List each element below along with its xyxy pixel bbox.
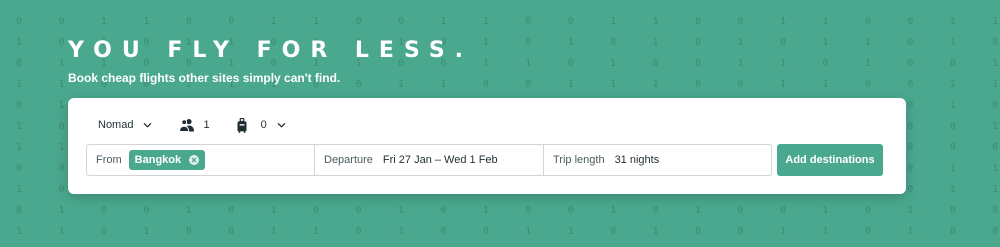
search-card: Nomad 1 0 From Bangkok Departure Fri 27 … xyxy=(68,98,906,194)
passengers-selector[interactable]: 1 xyxy=(152,118,210,132)
search-fields: From Bangkok Departure Fri 27 Jan – Wed … xyxy=(86,144,772,176)
chevron-down-icon xyxy=(144,122,152,127)
search-options-bar: Nomad 1 0 xyxy=(98,116,286,134)
trip-length-label: Trip length xyxy=(553,154,605,166)
bags-selector[interactable]: 0 xyxy=(210,117,286,133)
hero-title: YOU FLY FOR LESS. xyxy=(68,38,474,63)
trip-mode-dropdown[interactable]: Nomad xyxy=(98,119,152,131)
trip-length-field[interactable]: Trip length 31 nights xyxy=(543,144,772,176)
bags-count: 0 xyxy=(260,119,267,131)
trip-length-value: 31 nights xyxy=(614,154,660,166)
from-field[interactable]: From Bangkok xyxy=(86,144,315,176)
passengers-icon xyxy=(179,119,195,132)
chevron-down-icon xyxy=(277,122,285,127)
departure-label: Departure xyxy=(324,154,373,166)
from-label: From xyxy=(96,154,122,166)
luggage-icon xyxy=(237,117,247,133)
departure-field[interactable]: Departure Fri 27 Jan – Wed 1 Feb xyxy=(314,144,544,176)
origin-chip: Bangkok xyxy=(128,150,206,170)
close-circle-icon[interactable] xyxy=(189,155,200,165)
hero-subtitle: Book cheap flights other sites simply ca… xyxy=(68,71,341,85)
origin-chip-label: Bangkok xyxy=(134,154,182,166)
departure-value: Fri 27 Jan – Wed 1 Feb xyxy=(382,154,498,166)
trip-mode-label: Nomad xyxy=(98,119,134,131)
add-destinations-button[interactable]: Add destinations xyxy=(777,144,883,176)
